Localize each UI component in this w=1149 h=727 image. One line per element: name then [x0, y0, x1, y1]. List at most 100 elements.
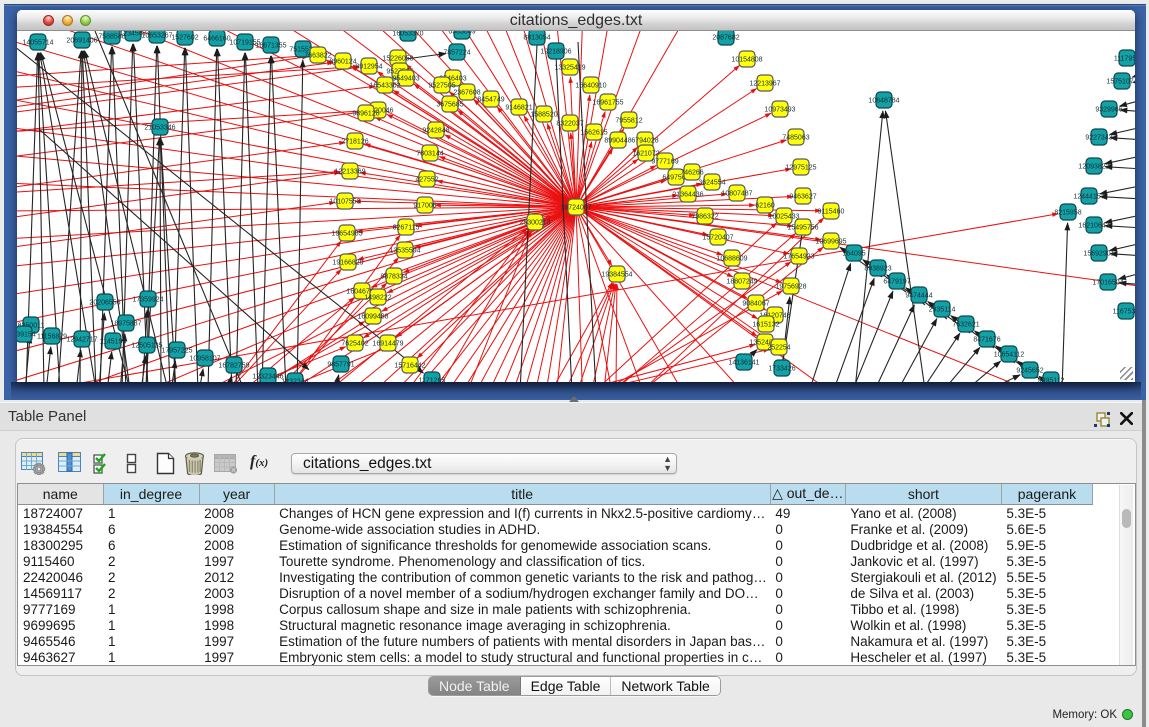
svg-text:427552: 427552 [415, 176, 438, 183]
svg-text:9242848: 9242848 [422, 127, 449, 134]
svg-text:10699695: 10699695 [815, 238, 846, 245]
svg-text:10807487: 10807487 [721, 190, 752, 197]
svg-text:2367608: 2367608 [453, 89, 480, 96]
svg-text:1621072: 1621072 [632, 150, 659, 157]
svg-text:1527602: 1527602 [171, 34, 198, 41]
svg-text:3624554: 3624554 [698, 179, 725, 186]
svg-text:8960124: 8960124 [329, 58, 356, 65]
svg-text:9777169: 9777169 [651, 158, 678, 165]
svg-text:15751074: 15751074 [1106, 78, 1135, 85]
svg-text:19384554: 19384554 [601, 271, 632, 278]
svg-text:917006: 917006 [413, 202, 436, 209]
svg-text:9146821: 9146821 [505, 104, 532, 111]
svg-text:12942717: 12942717 [66, 336, 97, 343]
svg-text:16914479: 16914479 [372, 340, 403, 347]
svg-text:9084067: 9084067 [742, 300, 769, 307]
svg-text:3675685: 3675685 [436, 101, 463, 108]
svg-text:1167539: 1167539 [1113, 308, 1135, 315]
svg-text:939154: 939154 [17, 331, 36, 338]
svg-text:164095: 164095 [842, 250, 865, 257]
svg-text:16671355: 16671355 [255, 42, 286, 49]
svg-text:11156829: 11156829 [37, 333, 67, 340]
svg-text:18807249: 18807249 [726, 278, 757, 285]
svg-text:9857791: 9857791 [327, 361, 354, 368]
svg-text:15226058: 15226058 [382, 55, 413, 62]
svg-text:12323446: 12323446 [252, 373, 283, 380]
svg-text:62160: 62160 [755, 202, 775, 209]
svg-text:18724007: 18724007 [560, 204, 591, 211]
svg-text:10958107: 10958107 [189, 355, 220, 362]
svg-text:9329966: 9329966 [1095, 106, 1122, 113]
svg-text:16053370: 16053370 [392, 31, 423, 37]
svg-text:8471676: 8471676 [973, 336, 1000, 343]
svg-text:18975887: 18975887 [110, 320, 141, 327]
svg-text:17016504: 17016504 [1092, 279, 1123, 286]
svg-text:12093822: 12093822 [1078, 163, 1109, 170]
svg-text:1562615: 1562615 [580, 129, 607, 136]
svg-text:15720407: 15720407 [702, 234, 733, 241]
svg-text:16640910: 16640910 [575, 82, 606, 89]
svg-text:19218906: 19218906 [540, 48, 571, 55]
svg-text:10107553: 10107553 [329, 198, 360, 205]
svg-text:10653267: 10653267 [141, 32, 172, 39]
svg-text:7803144: 7803144 [416, 150, 443, 157]
svg-text:10025433: 10025433 [768, 213, 799, 220]
svg-text:7955812: 7955812 [615, 117, 642, 124]
svg-text:6583809: 6583809 [448, 31, 475, 35]
svg-text:7986322: 7986322 [691, 213, 718, 220]
svg-text:6479197: 6479197 [883, 278, 910, 285]
svg-text:9527505: 9527505 [428, 82, 455, 89]
svg-text:10973493: 10973493 [764, 106, 795, 113]
svg-text:10648784: 10648784 [868, 97, 899, 104]
svg-text:6794028: 6794028 [631, 137, 658, 144]
svg-text:16543362: 16543362 [369, 82, 400, 89]
svg-text:12444157: 12444157 [1073, 193, 1104, 200]
svg-text:12505135: 12505135 [131, 342, 162, 349]
svg-text:10154808: 10154808 [731, 56, 762, 63]
svg-text:9474444: 9474444 [905, 292, 932, 299]
svg-text:7485063: 7485063 [782, 134, 809, 141]
svg-text:1733426: 1733426 [768, 365, 795, 372]
svg-text:16961755: 16961755 [592, 99, 623, 106]
svg-text:20206556: 20206556 [89, 299, 120, 306]
svg-text:7857224: 7857224 [443, 49, 470, 56]
svg-text:9245652: 9245652 [1016, 367, 1043, 374]
svg-text:8813054: 8813054 [523, 34, 550, 41]
svg-text:1145194: 1145194 [100, 338, 127, 345]
svg-text:16782759: 16782759 [218, 362, 249, 369]
svg-text:7625402: 7625402 [341, 340, 368, 347]
svg-text:8454749: 8454749 [477, 96, 504, 103]
svg-text:8912954: 8912954 [355, 63, 382, 70]
svg-text:1588520: 1588520 [530, 111, 557, 118]
svg-text:14055714: 14055714 [22, 39, 53, 46]
svg-text:1498222: 1498222 [364, 294, 391, 301]
svg-text:9227343: 9227343 [1085, 134, 1112, 141]
svg-text:15495756: 15495756 [787, 224, 818, 231]
svg-text:12213369: 12213369 [334, 168, 365, 175]
svg-text:746266: 746266 [680, 169, 703, 176]
svg-text:19654985: 19654985 [331, 230, 362, 237]
svg-text:10654112: 10654112 [994, 351, 1025, 358]
svg-text:20691406: 20691406 [66, 37, 97, 44]
svg-text:21364436: 21364436 [672, 191, 703, 198]
svg-text:15692901: 15692901 [1083, 250, 1114, 257]
svg-text:15716442: 15716442 [394, 362, 425, 369]
svg-text:14136141: 14136141 [728, 359, 759, 366]
svg-text:17654923: 17654923 [783, 253, 814, 260]
svg-text:1615132: 1615132 [752, 321, 779, 328]
svg-text:9896128: 9896128 [352, 110, 379, 117]
svg-text:6466160: 6466160 [203, 35, 230, 42]
svg-text:8322037: 8322037 [556, 120, 583, 127]
svg-text:8215958: 8215958 [1054, 209, 1081, 216]
svg-text:9115460: 9115460 [818, 208, 845, 215]
svg-text:2718126: 2718126 [341, 138, 368, 145]
svg-text:19166829: 19166829 [332, 259, 363, 266]
svg-text:8878334: 8878334 [380, 273, 407, 280]
svg-text:16210643: 16210643 [1078, 222, 1109, 229]
svg-text:9463627: 9463627 [789, 193, 816, 200]
svg-text:16099488: 16099488 [357, 313, 388, 320]
svg-text:10688609: 10688609 [716, 255, 747, 262]
svg-text:25300213: 25300213 [519, 219, 550, 226]
svg-text:13325419: 13325419 [554, 64, 585, 71]
svg-text:7663822: 7663822 [304, 52, 331, 59]
